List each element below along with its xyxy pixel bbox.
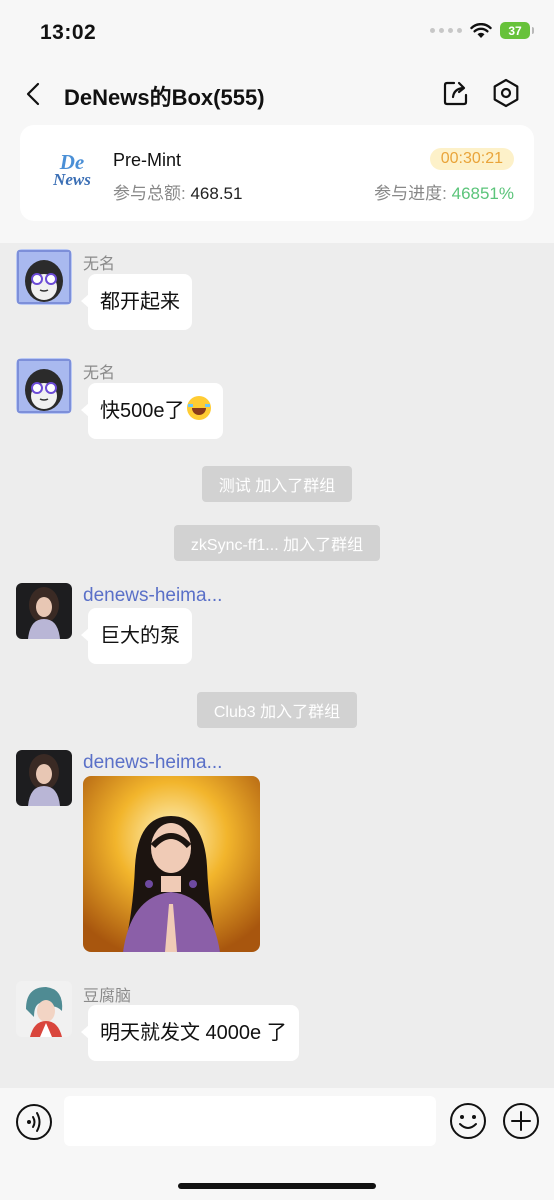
laughing-tears-emoji-icon xyxy=(186,396,211,420)
system-notice: 测试 加入了群组 xyxy=(0,466,554,502)
avatar[interactable] xyxy=(16,358,72,414)
home-indicator xyxy=(178,1183,376,1189)
avatar[interactable] xyxy=(16,750,72,806)
message-bubble[interactable]: 快500e了 xyxy=(81,383,223,439)
system-notice: Club3 加入了群组 xyxy=(0,692,554,728)
system-notice: zkSync-ff1... 加入了群组 xyxy=(0,525,554,561)
message-bubble[interactable]: 都开起来 xyxy=(81,274,192,330)
avatar[interactable] xyxy=(16,583,72,639)
avatar[interactable] xyxy=(16,981,72,1037)
sender-name: 豆腐脑 xyxy=(83,988,132,1005)
message-bubble[interactable]: 明天就发文 4000e 了 xyxy=(81,1005,299,1061)
add-icon[interactable] xyxy=(502,1102,540,1140)
settings-icon[interactable] xyxy=(491,78,521,108)
emoji-icon[interactable] xyxy=(449,1102,487,1140)
participation-progress: 参与进度: 46851% xyxy=(374,184,514,203)
sender-name: denews-heima... xyxy=(83,585,223,606)
battery-level: 37 xyxy=(508,23,522,38)
countdown-timer: 00:30:21 xyxy=(429,148,514,170)
avatar[interactable] xyxy=(16,249,72,305)
status-icons: 37 xyxy=(430,22,534,39)
message-bubble[interactable]: 巨大的泵 xyxy=(81,608,192,664)
battery-icon: 37 xyxy=(500,22,534,39)
denews-logo: De News xyxy=(53,150,91,189)
status-time: 13:02 xyxy=(40,21,97,44)
voice-icon[interactable] xyxy=(15,1103,53,1141)
back-icon[interactable] xyxy=(22,82,46,106)
image-message[interactable] xyxy=(83,776,260,952)
sender-name: denews-heima... xyxy=(83,752,223,773)
signal-icon xyxy=(430,28,462,33)
box-info-card[interactable]: De News Pre-Mint 参与总额: 468.51 00:30:21 参… xyxy=(20,125,534,221)
message-input[interactable] xyxy=(64,1096,436,1146)
box-name: Pre-Mint xyxy=(113,150,182,170)
sender-name: 无名 xyxy=(83,365,116,382)
wifi-icon xyxy=(470,22,492,38)
share-icon[interactable] xyxy=(441,78,471,108)
sender-name: 无名 xyxy=(83,256,116,273)
total-amount: 参与总额: 468.51 xyxy=(113,184,243,203)
page-title: DeNews的Box(555) xyxy=(64,85,265,110)
